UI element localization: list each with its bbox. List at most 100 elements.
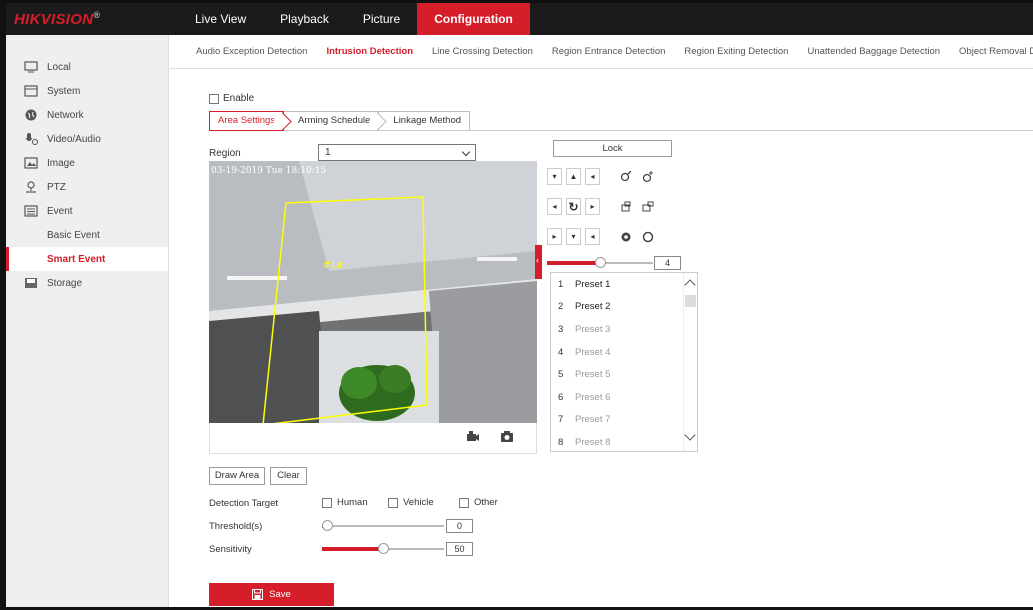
preset-number: 4 (558, 346, 564, 358)
clear-button[interactable]: Clear (270, 467, 307, 485)
nav-playback[interactable]: Playback (263, 3, 346, 35)
sidebar-item-ptz[interactable]: PTZ (6, 175, 168, 199)
ptz-right-icon[interactable]: ▸ (585, 198, 600, 215)
human-label: Human (337, 497, 368, 508)
nav-configuration[interactable]: Configuration (417, 3, 530, 35)
tab-object-removal-detection[interactable]: Object Removal Detection (959, 35, 1033, 68)
ptz-down-left-icon[interactable]: ▸ (547, 228, 562, 245)
sidebar-item-label: Video/Audio (47, 133, 101, 145)
main-content: Audio Exception Detection Intrusion Dete… (170, 35, 1033, 607)
region-select[interactable]: 1 (318, 144, 476, 161)
slider-knob[interactable] (377, 543, 389, 554)
preset-item[interactable]: 2 Preset 2 (551, 296, 697, 319)
step-linkage-method[interactable]: Linkage Method (378, 111, 471, 131)
detection-other-option[interactable]: Other (459, 497, 498, 508)
disk-icon (24, 277, 38, 289)
other-checkbox[interactable] (459, 497, 469, 508)
human-checkbox[interactable] (322, 497, 332, 508)
nav-live-view[interactable]: Live View (178, 3, 263, 35)
other-label: Other (474, 497, 498, 508)
ptz-up-left-icon[interactable]: ▾ (547, 168, 562, 185)
ptz-up-icon[interactable]: ▲ (566, 168, 581, 185)
brand-registered-mark: ® (93, 10, 101, 20)
ptz-down-icon[interactable]: ▾ (566, 228, 581, 245)
preset-item[interactable]: 3 Preset 3 (551, 318, 697, 341)
ptz-speed-slider[interactable]: 4 (547, 256, 681, 270)
preset-item[interactable]: 1 Preset 1 (551, 273, 697, 296)
enable-checkbox[interactable] (209, 93, 219, 104)
preset-scrollbar[interactable] (683, 273, 697, 451)
sidebar-item-video-audio[interactable]: Video/Audio (6, 127, 168, 151)
preset-number: 5 (558, 369, 564, 381)
step-area-settings[interactable]: Area Settings (209, 111, 285, 131)
smart-event-tabs: Audio Exception Detection Intrusion Dete… (170, 35, 1033, 69)
ptz-up-right-icon[interactable]: ◂ (585, 168, 600, 185)
preset-label: Preset 8 (575, 436, 611, 448)
iris-close-icon[interactable] (640, 228, 655, 245)
record-icon[interactable] (466, 431, 480, 443)
ptz-collapse-handle[interactable] (535, 245, 542, 279)
tab-line-crossing-detection[interactable]: Line Crossing Detection (432, 35, 533, 68)
scroll-thumb[interactable] (685, 295, 696, 307)
sidebar-item-system[interactable]: System (6, 79, 168, 103)
ptz-speed-track[interactable] (547, 257, 653, 268)
detection-human-option[interactable]: Human (322, 497, 368, 508)
area-tag-label: #1# (323, 261, 344, 271)
ptz-left-icon[interactable]: ◂ (547, 198, 562, 215)
ptz-auto-icon[interactable]: ↻ (566, 198, 581, 215)
sidebar-item-label: Image (47, 157, 75, 169)
tab-intrusion-detection[interactable]: Intrusion Detection (326, 35, 413, 68)
sidebar-item-network[interactable]: Network (6, 103, 168, 127)
sidebar-item-image[interactable]: Image (6, 151, 168, 175)
focus-far-icon[interactable] (640, 198, 655, 215)
slider-fill (547, 261, 600, 265)
ptz-down-right-icon[interactable]: ◂ (585, 228, 600, 245)
preset-item[interactable]: 4 Preset 4 (551, 341, 697, 364)
region-label: Region (209, 148, 241, 159)
vehicle-checkbox[interactable] (388, 497, 398, 508)
slider-knob[interactable] (322, 520, 333, 531)
preset-item[interactable]: 7 Preset 7 (551, 409, 697, 432)
slider-knob[interactable] (594, 257, 606, 268)
focus-near-icon[interactable] (618, 198, 633, 215)
sidebar-item-local[interactable]: Local (6, 55, 168, 79)
nav-picture[interactable]: Picture (346, 3, 417, 35)
sensitivity-label: Sensitivity (209, 544, 252, 555)
sidebar-item-storage[interactable]: Storage (6, 271, 168, 295)
detection-vehicle-option[interactable]: Vehicle (388, 497, 434, 508)
tab-audio-exception-detection[interactable]: Audio Exception Detection (196, 35, 307, 68)
tab-region-entrance-detection[interactable]: Region Entrance Detection (552, 35, 666, 68)
video-preview[interactable]: 03-19-2019 Tue 18:10:15 #1# (209, 161, 537, 423)
preset-label: Preset 4 (575, 346, 611, 358)
sensitivity-value[interactable]: 50 (446, 542, 473, 556)
sidebar-item-label: Storage (47, 277, 83, 289)
preset-item[interactable]: 8 Preset 8 (551, 431, 697, 451)
sidebar-item-basic-event[interactable]: Basic Event (6, 223, 168, 247)
preset-item[interactable]: 6 Preset 6 (551, 386, 697, 409)
scroll-down-icon[interactable] (684, 429, 696, 441)
sidebar-item-smart-event[interactable]: Smart Event (6, 247, 168, 271)
preset-item[interactable]: 5 Preset 5 (551, 363, 697, 386)
preset-number: 8 (558, 436, 564, 448)
sensitivity-slider[interactable] (322, 543, 444, 554)
threshold-value[interactable]: 0 (446, 519, 473, 533)
sidebar-item-event[interactable]: Event (6, 199, 168, 223)
zoom-out-icon[interactable] (618, 168, 633, 185)
iris-open-icon[interactable] (618, 228, 633, 245)
preset-number: 2 (558, 301, 564, 313)
lock-button[interactable]: Lock (553, 140, 672, 157)
tab-region-exiting-detection[interactable]: Region Exiting Detection (684, 35, 788, 68)
ptz-speed-value[interactable]: 4 (654, 256, 681, 270)
scroll-up-icon[interactable] (684, 279, 696, 291)
vehicle-label: Vehicle (403, 497, 434, 508)
threshold-slider[interactable] (322, 520, 444, 531)
draw-area-button[interactable]: Draw Area (209, 467, 265, 485)
step-arming-schedule[interactable]: Arming Schedule (283, 111, 380, 131)
zoom-in-icon[interactable] (640, 168, 655, 185)
tab-unattended-baggage-detection[interactable]: Unattended Baggage Detection (807, 35, 940, 68)
video-toolbar (209, 423, 537, 454)
brand-logo: HIKVISION® (6, 10, 178, 28)
save-button[interactable]: Save (209, 583, 334, 606)
camera-snapshot-icon[interactable] (500, 431, 514, 443)
sidebar-item-label: Local (47, 61, 71, 73)
